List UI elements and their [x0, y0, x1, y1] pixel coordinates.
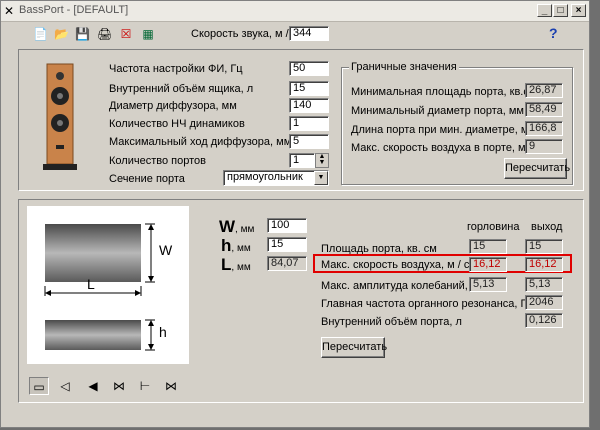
height-letter: h, мм: [221, 236, 251, 256]
tuning-frequency-input[interactable]: 50: [289, 61, 329, 76]
port-count-spinner[interactable]: ▲ ▼: [315, 153, 329, 168]
result-label: Макс. амплитуда колебаний, см: [321, 280, 484, 292]
result-label: Макс. скорость воздуха, м / с: [321, 259, 470, 271]
air-speed-throat-value: 16,12: [469, 257, 507, 272]
organ-resonance-value: 2046: [525, 295, 563, 310]
sound-speed-label: Скорость звука, м /с: [191, 28, 295, 40]
air-speed-exit-value: 16,12: [525, 257, 563, 272]
horn-port-shape-icon[interactable]: ◀: [83, 377, 103, 395]
open-folder-icon[interactable]: 📂: [54, 27, 69, 41]
limits-title: Граничные значения: [349, 61, 459, 73]
box-volume-input[interactable]: 15: [289, 81, 329, 96]
param-label: Внутренний объём ящика, л: [109, 83, 254, 95]
sound-speed-input[interactable]: 344: [289, 26, 329, 41]
port-height-input[interactable]: 15: [267, 237, 307, 252]
save-icon[interactable]: 💾: [75, 27, 90, 41]
delete-icon[interactable]: ☒: [119, 27, 133, 41]
max-excursion-input[interactable]: 5: [289, 134, 329, 149]
amplitude-throat-value: 5,13: [469, 277, 507, 292]
cone-diameter-input[interactable]: 140: [289, 98, 329, 113]
col-throat-header: горловина: [467, 221, 520, 233]
param-label: Количество портов: [109, 155, 206, 167]
width-letter: W, мм: [219, 217, 254, 237]
port-length-value: 166,8: [525, 121, 563, 136]
main-window: ✕ BassPort - [DEFAULT] _ □ × 📄 📂 💾 🖨 ☒ ▦…: [0, 0, 590, 428]
close-button[interactable]: ×: [571, 4, 586, 17]
port-width-input[interactable]: 100: [267, 218, 307, 233]
speaker-image: [43, 63, 77, 170]
limit-label: Длина порта при мин. диаметре, мм: [351, 124, 536, 136]
print-icon[interactable]: 🖨: [97, 27, 112, 41]
minimize-button[interactable]: _: [537, 4, 552, 17]
param-label: Количество НЧ динамиков: [109, 118, 245, 130]
bowtie-port-shape-icon[interactable]: ⋈: [161, 377, 181, 395]
height-unit: , мм: [231, 243, 251, 254]
width-unit: , мм: [235, 224, 255, 235]
param-label: Максимальный ход диффузора, мм: [109, 136, 292, 148]
port-area-exit-value: 15: [525, 239, 563, 254]
max-air-speed-limit-value: 9: [525, 139, 563, 154]
calculator-icon[interactable]: ▦: [141, 27, 155, 41]
recalc-limits-button[interactable]: Пересчитать: [504, 158, 570, 179]
param-label: Диаметр диффузора, мм: [109, 100, 237, 112]
length-letter-text: L: [221, 255, 232, 274]
param-label: Частота настройки ФИ, Гц: [109, 63, 243, 75]
limit-label: Макс. скорость воздуха в порте, м /с: [351, 142, 538, 154]
limit-label: Минимальный диаметр порта, мм: [351, 105, 524, 117]
slot-port-shape-icon[interactable]: ⊢: [135, 377, 155, 395]
help-icon[interactable]: ?: [549, 25, 558, 41]
app-icon: ✕: [4, 4, 15, 18]
woofer-count-input[interactable]: 1: [289, 116, 329, 131]
chevron-down-icon[interactable]: ▼: [314, 171, 328, 185]
diagram-l-label: L: [87, 276, 95, 292]
port-area-throat-value: 15: [469, 239, 507, 254]
length-letter: L, мм: [221, 255, 251, 275]
min-port-diameter-value: 58,49: [525, 102, 563, 117]
port-diagram: W L h: [27, 206, 189, 364]
port-side-rect: [45, 320, 141, 350]
rect-port-shape-icon[interactable]: ▭: [29, 377, 49, 395]
diagram-h-label: h: [159, 324, 167, 340]
min-port-area-value: 26,87: [525, 83, 563, 98]
maximize-button[interactable]: □: [553, 4, 568, 17]
port-volume-value: 0,126: [525, 313, 563, 328]
flared-port-shape-icon[interactable]: ◁: [55, 377, 75, 395]
amplitude-exit-value: 5,13: [525, 277, 563, 292]
new-file-icon[interactable]: 📄: [33, 27, 48, 41]
recalc-port-button[interactable]: Пересчитать: [321, 337, 387, 358]
section-label: Сечение порта: [109, 173, 185, 185]
port-front-rect: [45, 224, 141, 282]
col-exit-header: выход: [531, 221, 563, 233]
width-letter-text: W: [219, 217, 236, 236]
result-label: Внутренний объём порта, л: [321, 316, 462, 328]
limit-label: Минимальная площадь порта, кв.см.: [351, 86, 540, 98]
port-length-output: 84,07: [267, 256, 307, 271]
window-title: BassPort - [DEFAULT]: [19, 4, 129, 16]
section-select-value: прямоугольник: [227, 171, 303, 183]
height-letter-text: h: [221, 236, 232, 255]
title-bar[interactable]: ✕ BassPort - [DEFAULT] _ □ ×: [1, 1, 589, 22]
result-label: Главная частота органного резонанса, Гц: [321, 298, 533, 310]
diagram-w-label: W: [159, 242, 173, 258]
port-count-input[interactable]: 1: [289, 153, 315, 168]
length-unit: , мм: [231, 262, 251, 273]
double-flare-port-shape-icon[interactable]: ⋈: [109, 377, 129, 395]
